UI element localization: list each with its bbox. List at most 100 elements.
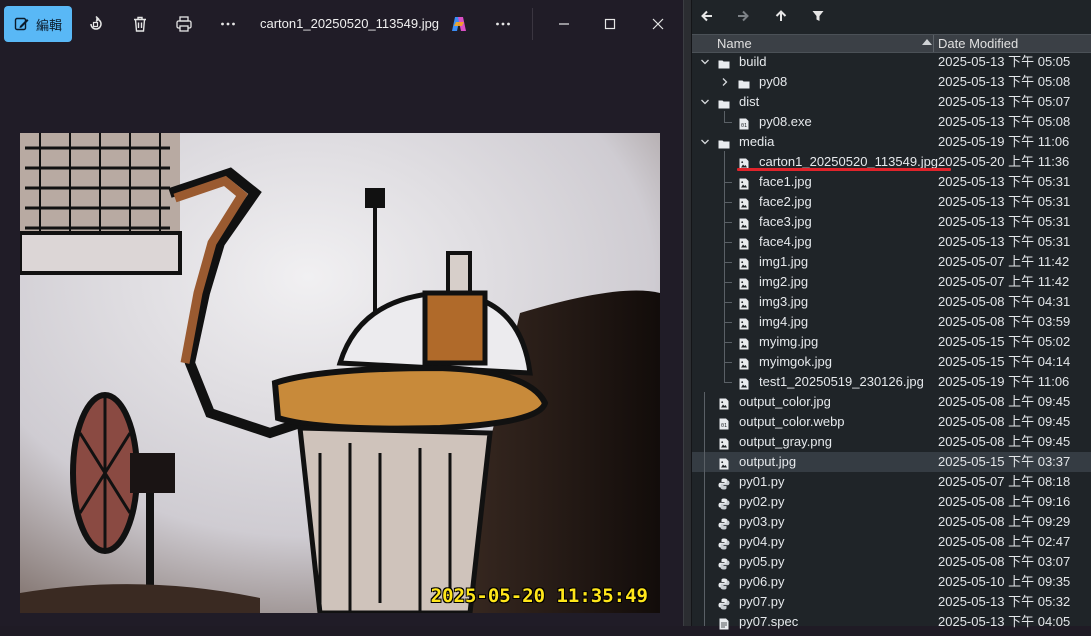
item-name: py06.py — [739, 574, 785, 589]
arrow-right-icon — [738, 10, 749, 22]
file-row[interactable]: img1.jpg 2025-05-07 上午 11:42 — [692, 252, 1091, 272]
file-row[interactable]: py01.py 2025-05-07 上午 08:18 — [692, 472, 1091, 492]
back-button[interactable] — [696, 6, 718, 26]
file-row[interactable]: face3.jpg 2025-05-13 下午 05:31 — [692, 212, 1091, 232]
folder-row[interactable]: media 2025-05-19 下午 11:06 — [692, 132, 1091, 152]
item-date-modified: 2025-05-10 上午 09:35 — [938, 574, 1071, 589]
file-row[interactable]: myimg.jpg 2025-05-15 下午 05:02 — [692, 332, 1091, 352]
file-row[interactable]: output_color.jpg 2025-05-08 上午 09:45 — [692, 392, 1091, 412]
image-file-icon — [738, 216, 750, 230]
column-separator[interactable] — [933, 35, 934, 52]
python-file-icon — [718, 556, 730, 570]
item-date-modified: 2025-05-07 上午 08:18 — [938, 474, 1071, 489]
file-row[interactable]: 01 py08.exe 2025-05-13 下午 05:08 — [692, 112, 1091, 132]
item-date-modified: 2025-05-08 上午 09:45 — [938, 394, 1071, 409]
file-row[interactable]: py07.py 2025-05-13 下午 05:32 — [692, 592, 1091, 612]
explorer-toolbar — [692, 0, 1091, 32]
folder-icon — [738, 76, 750, 89]
file-name-title: carton1_20250520_113549.jpg — [260, 16, 440, 31]
image-file-icon — [738, 256, 750, 270]
file-row[interactable]: face2.jpg 2025-05-13 下午 05:31 — [692, 192, 1091, 212]
image-file-icon — [738, 176, 750, 190]
file-row[interactable]: img4.jpg 2025-05-08 下午 03:59 — [692, 312, 1091, 332]
tree-guide-line — [724, 262, 732, 263]
image-file-icon — [718, 436, 730, 450]
item-date-modified: 2025-05-08 上午 02:47 — [938, 534, 1071, 549]
close-button[interactable] — [642, 8, 674, 40]
item-name: img4.jpg — [759, 314, 809, 329]
tree-guide-line — [724, 242, 732, 243]
folder-row[interactable]: build 2025-05-13 下午 05:05 — [692, 52, 1091, 72]
file-row[interactable]: py02.py 2025-05-08 上午 09:16 — [692, 492, 1091, 512]
item-name: output_color.webp — [739, 414, 845, 429]
file-row[interactable]: myimgok.jpg 2025-05-15 下午 04:14 — [692, 352, 1091, 372]
item-date-modified: 2025-05-07 上午 11:42 — [938, 254, 1070, 269]
trash-icon — [134, 16, 146, 32]
file-row[interactable]: test1_20250519_230126.jpg 2025-05-19 下午 1… — [692, 372, 1091, 392]
edit-image-icon — [14, 17, 29, 31]
photo-timestamp: 2025-05-20 11:35:49 — [430, 585, 648, 607]
file-row[interactable]: output.jpg 2025-05-15 下午 03:37 — [692, 452, 1091, 472]
name-column-header[interactable]: Name — [717, 36, 752, 51]
item-date-modified: 2025-05-15 下午 05:02 — [938, 334, 1071, 349]
forward-button[interactable] — [732, 6, 754, 26]
image-file-icon — [738, 276, 750, 290]
photo-viewer: 編輯 carton1_20250520_113549.jpg 2025-05-2… — [0, 0, 683, 626]
item-name: py04.py — [739, 534, 785, 549]
python-file-icon — [718, 496, 730, 510]
rotate-button[interactable] — [80, 8, 112, 40]
item-date-modified: 2025-05-13 下午 05:32 — [938, 594, 1071, 609]
chevron-right-icon[interactable] — [720, 72, 730, 92]
item-name: dist — [739, 94, 760, 109]
python-file-icon — [718, 536, 730, 550]
up-button[interactable] — [770, 6, 792, 26]
edit-button[interactable]: 編輯 — [4, 6, 72, 42]
pane-splitter[interactable] — [683, 0, 692, 626]
viewer-toolbar: 編輯 carton1_20250520_113549.jpg — [0, 0, 683, 48]
minimize-button[interactable] — [548, 8, 580, 40]
file-row[interactable]: py06.py 2025-05-10 上午 09:35 — [692, 572, 1091, 592]
folder-row[interactable]: py08 2025-05-13 下午 05:08 — [692, 72, 1091, 92]
item-date-modified: 2025-05-19 下午 11:06 — [938, 134, 1070, 149]
chevron-down-icon[interactable] — [700, 52, 710, 72]
image-file-icon — [738, 376, 750, 390]
maximize-button[interactable] — [594, 8, 626, 40]
item-name: build — [739, 54, 767, 69]
delete-button[interactable] — [124, 8, 156, 40]
file-row[interactable]: img2.jpg 2025-05-07 上午 11:42 — [692, 272, 1091, 292]
file-row[interactable]: py05.py 2025-05-08 下午 03:07 — [692, 552, 1091, 572]
arrow-up-icon — [775, 10, 787, 21]
tree-guide-line — [724, 182, 732, 183]
chevron-down-icon[interactable] — [700, 92, 710, 112]
copilot-button[interactable] — [443, 8, 475, 40]
image-file-icon — [738, 156, 750, 170]
more-options-button-2[interactable] — [487, 8, 519, 40]
file-row[interactable]: img3.jpg 2025-05-08 下午 04:31 — [692, 292, 1091, 312]
image-file-icon — [738, 356, 750, 370]
svg-text:01: 01 — [741, 123, 747, 129]
file-row[interactable]: py03.py 2025-05-08 上午 09:29 — [692, 512, 1091, 532]
more-options-button[interactable] — [212, 8, 244, 40]
file-row[interactable]: face1.jpg 2025-05-13 下午 05:31 — [692, 172, 1091, 192]
item-date-modified: 2025-05-13 下午 05:31 — [938, 194, 1071, 209]
image-file-icon — [738, 296, 750, 310]
chevron-down-icon[interactable] — [700, 132, 710, 152]
print-button[interactable] — [168, 8, 200, 40]
file-row[interactable]: 01 output_color.webp 2025-05-08 上午 09:45 — [692, 412, 1091, 432]
file-row[interactable]: py07.spec 2025-05-13 下午 04:05 — [692, 612, 1091, 632]
file-row[interactable]: py04.py 2025-05-08 上午 02:47 — [692, 532, 1091, 552]
filter-button[interactable] — [807, 6, 829, 26]
tree-guide-line — [724, 202, 732, 203]
file-row[interactable]: output_gray.png 2025-05-08 上午 09:45 — [692, 432, 1091, 452]
filter-icon — [812, 11, 824, 21]
file-row[interactable]: face4.jpg 2025-05-13 下午 05:31 — [692, 232, 1091, 252]
item-name: img1.jpg — [759, 254, 809, 269]
item-date-modified: 2025-05-13 下午 05:05 — [938, 54, 1071, 69]
file-icon — [718, 616, 730, 630]
folder-icon — [718, 96, 730, 109]
item-name: face3.jpg — [759, 214, 812, 229]
date-column-header[interactable]: Date Modified — [938, 36, 1018, 51]
file-list-header: Name Date Modified — [692, 34, 1091, 53]
python-file-icon — [718, 576, 730, 590]
folder-row[interactable]: dist 2025-05-13 下午 05:07 — [692, 92, 1091, 112]
